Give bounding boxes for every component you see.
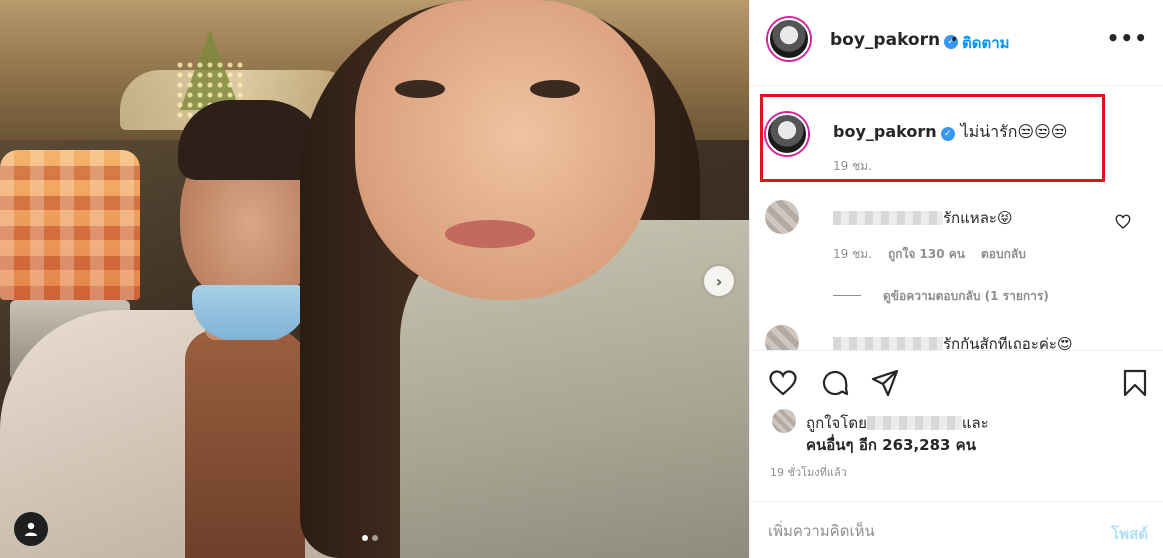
carousel-indicator [362, 535, 378, 541]
liker-avatar[interactable] [772, 409, 796, 433]
post-side-panel: boy_pakorn ✓ • ติดตาม ••• boy_pakorn ✓ ไม่น… [749, 0, 1163, 558]
post-timestamp[interactable]: 19 ชั่วโมงที่แล้ว [770, 463, 847, 481]
view-replies-button[interactable]: ดูข้อความตอบกลับ (1 รายการ) [833, 287, 1049, 306]
caption-username[interactable]: boy_pakorn [833, 122, 937, 141]
tagged-users-button[interactable] [14, 512, 48, 546]
user-icon [25, 522, 37, 536]
photo-lamp-shade [0, 150, 140, 300]
photo-man-shirt [185, 330, 305, 558]
bookmark-icon[interactable] [1120, 368, 1150, 398]
comment-likes[interactable]: ถูกใจ 130 คน [888, 245, 965, 264]
blurred-username[interactable] [866, 416, 962, 430]
caption-text: ไม่น่ารัก😒😒😒 [960, 122, 1068, 141]
avatar[interactable] [766, 113, 808, 155]
add-comment-bar: โพสต์ [750, 501, 1163, 558]
photo-woman-face [355, 0, 655, 300]
send-icon[interactable] [870, 368, 900, 398]
comment: รักกันสักทีเถอะค่ะ😍 [833, 332, 1073, 350]
comment: รักแหละ😝 [833, 206, 1013, 230]
caption: boy_pakorn ✓ ไม่น่ารัก😒😒😒 [833, 120, 1067, 145]
comment-icon[interactable] [820, 368, 850, 398]
verified-badge-icon: ✓ [940, 127, 955, 141]
post-header: boy_pakorn ✓ • ติดตาม ••• [750, 0, 1163, 86]
photo-man-mask [192, 285, 307, 340]
comment-input[interactable] [768, 516, 1068, 546]
chevron-right-icon: › [715, 271, 723, 291]
heart-icon[interactable] [768, 368, 798, 398]
caption-timestamp[interactable]: 19 ชม. [833, 157, 872, 176]
photo-woman-eye [395, 80, 445, 98]
carousel-next-button[interactable]: › [704, 266, 734, 296]
reply-button[interactable]: ตอบกลับ [981, 245, 1026, 264]
separator-dot: • [950, 32, 959, 48]
follow-button[interactable]: ติดตาม [962, 31, 1010, 55]
blurred-username[interactable] [833, 211, 943, 225]
avatar[interactable] [768, 18, 810, 60]
like-comment-heart-icon[interactable] [1115, 214, 1131, 230]
comment-clip: รักกันสักทีเถอะค่ะ😍 [750, 322, 1163, 350]
post-photo[interactable]: › [0, 0, 749, 558]
carousel-dot [372, 535, 378, 541]
comment-text: รักแหละ😝 [943, 209, 1013, 227]
author-username[interactable]: boy_pakorn ✓ [830, 30, 959, 50]
comment-timestamp[interactable]: 19 ชม. [833, 245, 872, 264]
post-actions: ถูกใจโดย และ คนอื่นๆ อีก 263,283 คน 19 ชั… [750, 350, 1163, 558]
liked-by-suffix: และ [961, 414, 989, 432]
photo-woman-eye [530, 80, 580, 98]
blurred-username[interactable] [833, 337, 943, 350]
commenter-avatar[interactable] [765, 325, 799, 350]
liked-by: ถูกใจโดย และ [806, 411, 989, 435]
post-comment-button[interactable]: โพสต์ [1111, 522, 1148, 546]
more-options-icon[interactable]: ••• [1107, 26, 1148, 50]
commenter-avatar[interactable] [765, 200, 799, 234]
likes-count-link[interactable]: คนอื่นๆ อีก 263,283 คน [806, 433, 976, 457]
photo-woman-lips [445, 220, 535, 248]
username-text[interactable]: boy_pakorn [830, 30, 940, 50]
comment-meta: 19 ชม. ถูกใจ 130 คน ตอบกลับ [833, 245, 1026, 264]
liked-by-prefix: ถูกใจโดย [806, 414, 867, 432]
carousel-dot-active [362, 535, 368, 541]
comment-text: รักกันสักทีเถอะค่ะ😍 [943, 335, 1073, 350]
